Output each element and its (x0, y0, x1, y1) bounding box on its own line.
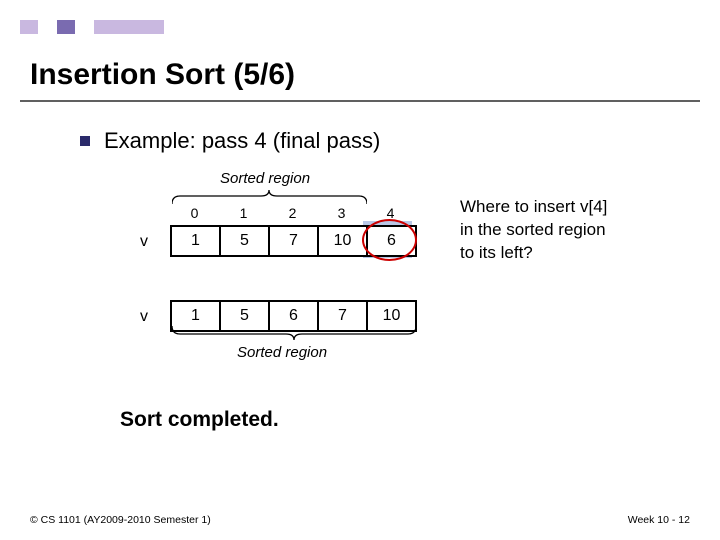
callout-line: in the sorted region (460, 219, 607, 242)
index-cell: 4 (366, 205, 415, 221)
brace-top-icon (172, 190, 367, 204)
value-row: 1 5 7 10 6 (170, 225, 417, 257)
index-cell: 3 (317, 205, 366, 221)
bullet-row: Example: pass 4 (final pass) (80, 128, 380, 154)
array-label: v (140, 233, 148, 251)
index-cell: 1 (219, 205, 268, 221)
footer-copyright: © CS 1101 (AY2009-2010 Semester 1) (30, 514, 211, 526)
callout-line: to its left? (460, 242, 607, 265)
value-cell: 10 (319, 227, 368, 255)
accent-bar (20, 20, 164, 34)
title-underline (20, 100, 700, 102)
sorted-region-label-top: Sorted region (220, 170, 310, 187)
array-label: v (140, 308, 148, 326)
value-cell: 1 (172, 227, 221, 255)
slide-title: Insertion Sort (5/6) (30, 58, 295, 92)
insert-question: Where to insert v[4] in the sorted regio… (460, 196, 607, 265)
index-row: 0 1 2 3 4 (170, 205, 415, 221)
value-cell: 5 (221, 227, 270, 255)
sorted-region-label-bottom: Sorted region (237, 344, 327, 361)
bullet-icon (80, 136, 90, 146)
index-cell: 0 (170, 205, 219, 221)
callout-line: Where to insert v[4] (460, 196, 607, 219)
bullet-text: Example: pass 4 (final pass) (104, 128, 380, 154)
value-cell: 7 (270, 227, 319, 255)
footer-page: Week 10 - 12 (628, 514, 690, 526)
sort-completed: Sort completed. (120, 408, 279, 432)
value-cell: 6 (368, 227, 415, 255)
brace-bottom-icon (172, 326, 416, 340)
index-cell: 2 (268, 205, 317, 221)
